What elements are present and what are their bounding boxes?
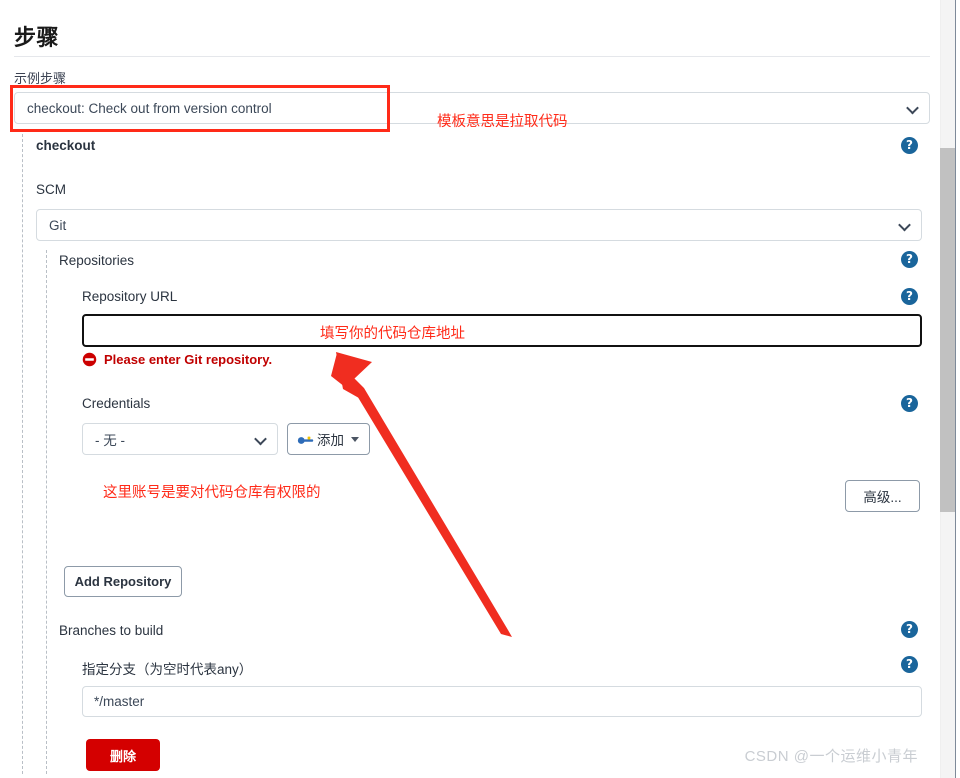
credentials-select[interactable]: - 无 -	[82, 423, 278, 455]
help-icon-repositories[interactable]: ?	[901, 251, 918, 268]
credentials-select-value: - 无 -	[95, 433, 125, 448]
advanced-button[interactable]: 高级...	[845, 480, 920, 512]
annotation-template-note: 模板意思是拉取代码	[437, 114, 568, 130]
chevron-down-icon	[908, 103, 919, 114]
scm-select[interactable]: Git	[36, 209, 922, 241]
credentials-label: Credentials	[82, 396, 151, 411]
annotation-credentials-note: 这里账号是要对代码仓库有权限的	[103, 485, 321, 501]
scm-label: SCM	[36, 182, 66, 197]
step-name-caption: checkout	[36, 138, 96, 153]
step-type-select-value: checkout: Check out from version control	[27, 100, 272, 116]
scm-select-value: Git	[49, 217, 67, 233]
watermark: CSDN @一个运维小青年	[744, 748, 918, 765]
branch-specifier-label: 指定分支（为空时代表any）	[82, 662, 253, 677]
section-label-example-step: 示例步骤	[14, 71, 67, 86]
caret-down-icon	[351, 436, 359, 442]
repository-guide-line	[46, 250, 47, 774]
help-icon-branches[interactable]: ?	[901, 621, 918, 638]
page-title: 步骤	[14, 25, 60, 50]
scrollbar-thumb[interactable]	[940, 148, 955, 512]
add-credentials-label: 添加	[317, 433, 344, 448]
repository-url-input[interactable]	[82, 314, 922, 347]
help-icon-repository-url[interactable]: ?	[901, 288, 918, 305]
chevron-down-icon	[256, 434, 267, 445]
add-credentials-button[interactable]: 添加	[287, 423, 370, 455]
delete-button[interactable]: 删除	[86, 739, 160, 771]
window-edge-line	[955, 0, 956, 778]
key-icon	[297, 436, 314, 444]
branch-specifier-input[interactable]	[82, 686, 922, 717]
help-icon-checkout[interactable]: ?	[901, 137, 918, 154]
repository-url-label: Repository URL	[82, 289, 178, 304]
help-icon-branch-specifier[interactable]: ?	[901, 656, 918, 673]
repositories-label: Repositories	[59, 253, 135, 268]
page-root: 步骤 示例步骤 checkout: Check out from version…	[0, 0, 960, 778]
title-divider	[14, 56, 930, 57]
step-guide-line	[22, 134, 23, 774]
help-icon-credentials[interactable]: ?	[901, 395, 918, 412]
error-circle-icon	[82, 352, 97, 367]
annotation-repo-note: 填写你的代码仓库地址	[320, 326, 465, 342]
chevron-down-icon	[900, 220, 911, 231]
repository-url-error: Please enter Git repository.	[82, 352, 272, 367]
add-repository-button[interactable]: Add Repository	[64, 566, 182, 597]
branches-to-build-label: Branches to build	[59, 623, 164, 638]
repository-url-error-text: Please enter Git repository.	[104, 352, 273, 367]
